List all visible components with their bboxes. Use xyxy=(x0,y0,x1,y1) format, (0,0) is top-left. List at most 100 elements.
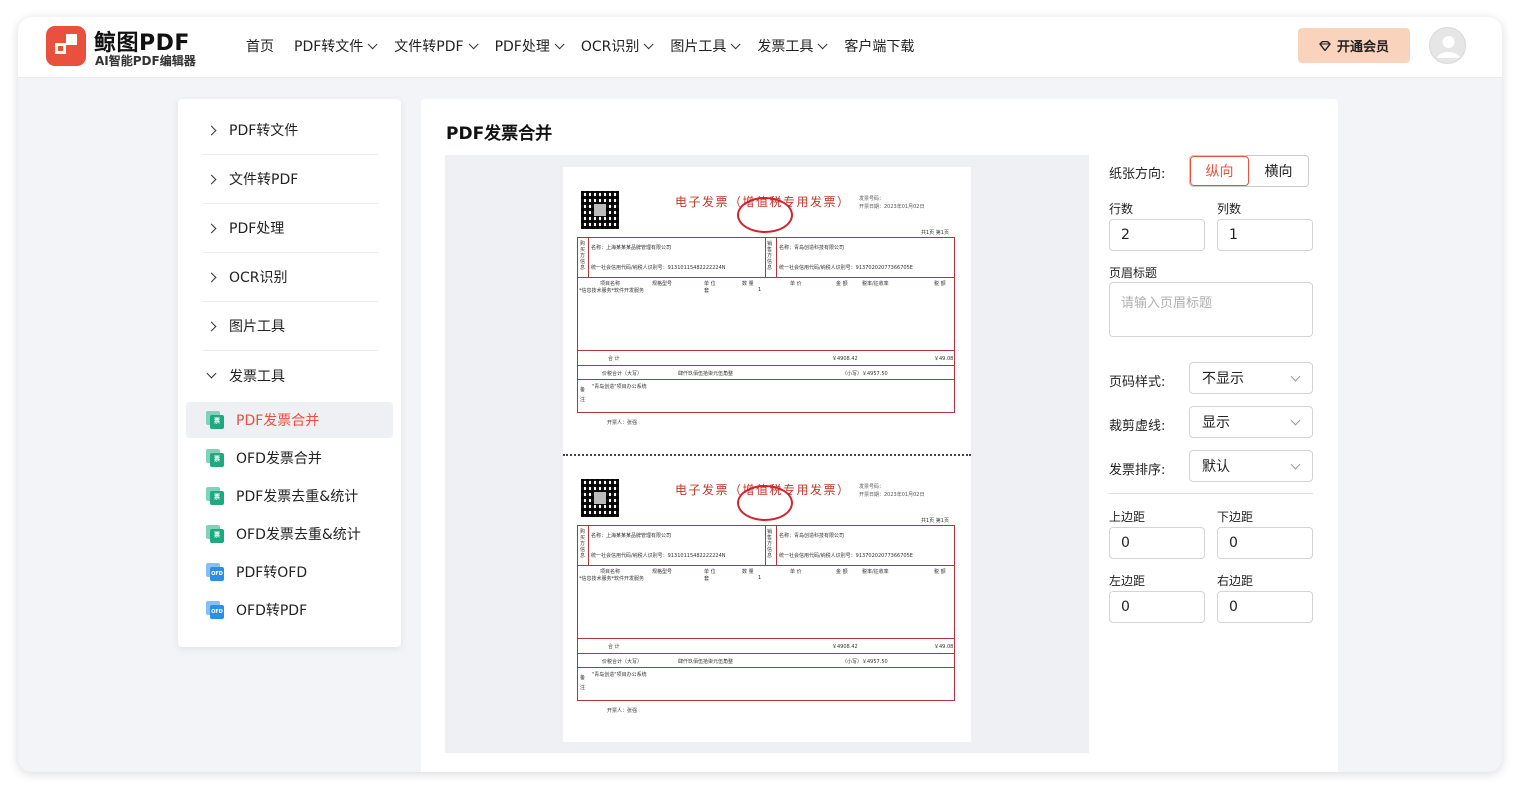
cols-input[interactable]: 1 xyxy=(1217,219,1313,251)
invoice-green-icon: 票 xyxy=(206,449,224,467)
page-title: PDF发票合并 xyxy=(446,124,553,144)
sidebar-item-label: PDF发票合并 xyxy=(236,413,320,429)
chevron-down-icon xyxy=(468,38,479,49)
nav-home[interactable]: 首页 xyxy=(246,36,274,56)
orientation-label: 纸张方向: xyxy=(1109,167,1166,182)
sidebar-cat-label: OCR识别 xyxy=(229,270,288,286)
top-navigation-bar: 鲸图PDF AI智能PDF编辑器 首页 PDF转文件 文件转PDF PDF处理 … xyxy=(18,17,1502,78)
sidebar-item-label: PDF转OFD xyxy=(236,565,308,581)
invoice-table: 购买方信息 销售方信息 名称：上海某某某品牌管理有限公司 统一社会信用代码/纳税… xyxy=(577,525,955,701)
sidebar-item-ofd-to-pdf[interactable]: OFD OFD转PDF xyxy=(186,592,393,628)
invoice-meta: 发票号码： 开票日期：2023年01月02日 xyxy=(859,484,925,498)
rows-input[interactable]: 2 xyxy=(1109,219,1205,251)
invoice-page-number: 共1页 第1页 xyxy=(921,230,949,236)
select-value: 显示 xyxy=(1202,415,1230,431)
avatar[interactable] xyxy=(1429,27,1466,64)
chevron-right-icon xyxy=(206,125,217,135)
nav-pdf-process[interactable]: PDF处理 xyxy=(494,36,565,56)
margin-right-input[interactable]: 0 xyxy=(1217,591,1313,623)
sidebar-cat-file-to-pdf[interactable]: 文件转PDF xyxy=(202,155,378,204)
sidebar-cat-label: PDF转文件 xyxy=(229,123,299,139)
nav-label: PDF处理 xyxy=(494,39,550,55)
chevron-down-icon xyxy=(206,368,217,379)
invoice-green-icon: 票 xyxy=(206,411,224,429)
orientation-landscape[interactable]: 横向 xyxy=(1249,156,1308,186)
logo-icon[interactable] xyxy=(46,26,86,66)
chevron-right-icon xyxy=(206,321,217,331)
diamond-icon xyxy=(1319,40,1331,51)
sidebar-cat-label: PDF处理 xyxy=(229,221,285,237)
brand-subtitle: AI智能PDF编辑器 xyxy=(95,54,196,68)
main-nav: 首页 PDF转文件 文件转PDF PDF处理 OCR识别 图片工具 发票工具 客… xyxy=(246,36,934,56)
sidebar-cat-pdf-process[interactable]: PDF处理 xyxy=(202,204,378,253)
invoice-green-icon: 票 xyxy=(206,487,224,505)
vip-button[interactable]: 开通会员 xyxy=(1298,28,1410,63)
sidebar-cat-invoice-tools[interactable]: 发票工具 xyxy=(202,351,378,400)
sidebar-item-ofd-invoice-merge[interactable]: 票 OFD发票合并 xyxy=(186,440,393,476)
nav-label: 发票工具 xyxy=(757,39,814,55)
invoice-green-icon: 票 xyxy=(206,525,224,543)
margin-top-input[interactable]: 0 xyxy=(1109,527,1205,559)
ofd-blue-icon: OFD xyxy=(206,601,224,619)
sidebar-cat-image-tools[interactable]: 图片工具 xyxy=(202,302,378,351)
select-value: 默认 xyxy=(1202,459,1230,475)
margin-bottom-label: 下边距 xyxy=(1217,510,1254,524)
sort-label: 发票排序: xyxy=(1109,463,1166,478)
page-number-select[interactable]: 不显示 xyxy=(1189,362,1313,394)
nav-client-download[interactable]: 客户端下载 xyxy=(844,36,914,56)
margin-right-label: 右边距 xyxy=(1217,574,1254,588)
seal-stamp xyxy=(737,485,793,521)
preview-page: 电子发票（增值税专用发票） 发票号码： 开票日期：2023年01月02日 共1页 … xyxy=(563,167,971,742)
sidebar-item-pdf-invoice-dedup[interactable]: 票 PDF发票去重&统计 xyxy=(186,478,393,514)
sidebar-cat-pdf-to-file[interactable]: PDF转文件 xyxy=(202,106,378,155)
nav-file-to-pdf[interactable]: 文件转PDF xyxy=(394,36,479,56)
invoice-table: 购买方信息 销售方信息 名称：上海某某某品牌管理有限公司 统一社会信用代码/纳税… xyxy=(577,237,955,413)
invoice-preview: 电子发票（增值税专用发票） 发票号码： 开票日期：2023年01月02日 共1页 … xyxy=(577,479,957,729)
nav-ocr[interactable]: OCR识别 xyxy=(580,36,654,56)
rows-label: 行数 xyxy=(1109,202,1134,216)
qr-code-icon xyxy=(581,479,619,517)
header-title-input[interactable]: 请输入页眉标题 xyxy=(1109,282,1313,337)
main-panel: PDF发票合并 电子发票（增值税专用发票） 发票号码： 开票日期：2023年01月… xyxy=(421,99,1338,772)
sort-select[interactable]: 默认 xyxy=(1189,450,1313,482)
ofd-blue-icon: OFD xyxy=(206,563,224,581)
orientation-toggle: 纵向 横向 xyxy=(1189,155,1309,187)
nav-label: 客户端下载 xyxy=(844,39,915,55)
merge-preview: 电子发票（增值税专用发票） 发票号码： 开票日期：2023年01月02日 共1页 … xyxy=(445,155,1089,753)
margin-left-input[interactable]: 0 xyxy=(1109,591,1205,623)
chevron-right-icon xyxy=(206,223,217,233)
header-title-label: 页眉标题 xyxy=(1109,266,1158,280)
invoice-meta: 发票号码： 开票日期：2023年01月02日 xyxy=(859,196,925,210)
qr-code-icon xyxy=(581,191,619,229)
chevron-right-icon xyxy=(206,174,217,184)
sidebar-cat-label: 图片工具 xyxy=(229,319,285,335)
chevron-down-icon xyxy=(818,38,828,49)
sidebar: PDF转文件 文件转PDF PDF处理 OCR识别 图片工具 发票工具 票 PD… xyxy=(178,99,401,647)
chevron-down-icon xyxy=(1290,371,1301,382)
sidebar-item-pdf-invoice-merge[interactable]: 票 PDF发票合并 xyxy=(186,402,393,438)
margin-left-label: 左边距 xyxy=(1109,574,1146,588)
app-window: 鲸图PDF AI智能PDF编辑器 首页 PDF转文件 文件转PDF PDF处理 … xyxy=(18,17,1502,772)
margin-bottom-input[interactable]: 0 xyxy=(1217,527,1313,559)
nav-label: OCR识别 xyxy=(580,39,640,55)
nav-label: 文件转PDF xyxy=(394,39,464,55)
seal-stamp xyxy=(737,197,793,233)
margin-top-label: 上边距 xyxy=(1109,510,1146,524)
crop-line xyxy=(563,454,971,456)
nav-pdf-to-file[interactable]: PDF转文件 xyxy=(294,36,378,56)
user-icon xyxy=(1437,36,1460,58)
crop-line-select[interactable]: 显示 xyxy=(1189,406,1313,438)
sidebar-item-pdf-to-ofd[interactable]: OFD PDF转OFD xyxy=(186,554,393,590)
sidebar-item-ofd-invoice-dedup[interactable]: 票 OFD发票去重&统计 xyxy=(186,516,393,552)
nav-label: 图片工具 xyxy=(670,39,727,55)
nav-image-tools[interactable]: 图片工具 xyxy=(670,36,741,56)
sidebar-item-label: OFD发票合并 xyxy=(236,451,322,467)
sidebar-cat-label: 文件转PDF xyxy=(229,172,299,188)
select-value: 不显示 xyxy=(1202,371,1244,387)
sidebar-cat-ocr[interactable]: OCR识别 xyxy=(202,253,378,302)
orientation-portrait[interactable]: 纵向 xyxy=(1190,156,1249,186)
nav-invoice-tools[interactable]: 发票工具 xyxy=(757,36,828,56)
invoice-preview: 电子发票（增值税专用发票） 发票号码： 开票日期：2023年01月02日 共1页 … xyxy=(577,191,957,441)
nav-label: PDF转文件 xyxy=(294,39,364,55)
sidebar-item-label: PDF发票去重&统计 xyxy=(236,489,359,505)
